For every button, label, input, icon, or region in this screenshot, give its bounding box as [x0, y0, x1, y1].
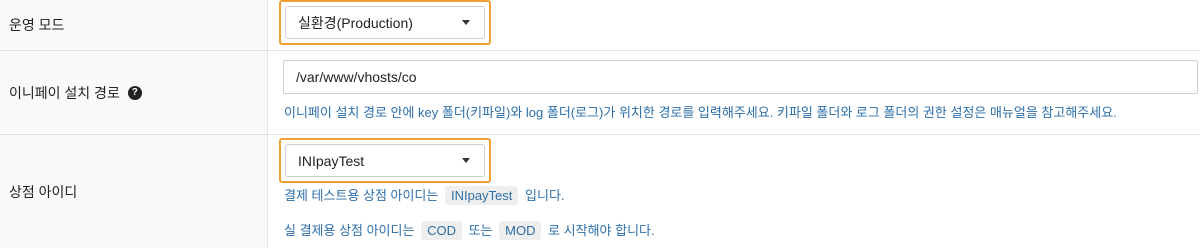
chevron-down-icon: [462, 20, 470, 25]
settings-form: 운영 모드 실환경(Production) 이니페이 설치 경로 ? 이니페이 …: [0, 0, 1200, 248]
install-path-help-text: 이니페이 설치 경로 안에 key 폴더(키파일)와 log 폴더(로그)가 위…: [284, 105, 1117, 120]
store-id-help-line-2: 실 결제용 상점 아이디는 COD 또는 MOD 로 시작해야 합니다.: [284, 220, 655, 240]
store-id-select-value: INIpayTest: [298, 152, 365, 169]
operation-mode-select[interactable]: 실환경(Production): [285, 6, 485, 39]
chevron-down-icon: [462, 158, 470, 163]
store-id-highlight: INIpayTest: [279, 138, 491, 183]
help2-before-text: 실 결제용 상점 아이디는: [284, 223, 415, 238]
help2-after-text: 로 시작해야 합니다.: [548, 223, 655, 238]
cod-code: COD: [421, 221, 462, 240]
store-id-label: 상점 아이디: [0, 135, 268, 248]
row-store-id: 상점 아이디 INIpayTest 결제 테스트용 상점 아이디는 INIpay…: [0, 135, 1200, 248]
install-path-value-cell: 이니페이 설치 경로 안에 key 폴더(키파일)와 log 폴더(로그)가 위…: [268, 51, 1200, 134]
install-path-label: 이니페이 설치 경로 ?: [0, 51, 268, 134]
store-id-select[interactable]: INIpayTest: [285, 144, 485, 177]
store-id-label-text: 상점 아이디: [9, 183, 78, 200]
help1-before-text: 결제 테스트용 상점 아이디는: [284, 188, 439, 203]
store-id-help-line-1: 결제 테스트용 상점 아이디는 INIpayTest 입니다.: [284, 185, 565, 205]
test-store-id-code: INIpayTest: [444, 186, 519, 205]
mod-code: MOD: [499, 221, 542, 240]
help2-mid-text: 또는: [468, 223, 493, 238]
store-id-value-cell: INIpayTest 결제 테스트용 상점 아이디는 INIpayTest 입니…: [268, 135, 1200, 248]
install-path-label-text: 이니페이 설치 경로: [9, 84, 120, 101]
operation-mode-label: 운영 모드: [0, 0, 268, 50]
row-operation-mode: 운영 모드 실환경(Production): [0, 0, 1200, 51]
help1-after-text: 입니다.: [525, 188, 565, 203]
operation-mode-value-cell: 실환경(Production): [268, 0, 1200, 50]
operation-mode-highlight: 실환경(Production): [279, 0, 491, 45]
question-circle-icon[interactable]: ?: [127, 85, 142, 100]
operation-mode-select-value: 실환경(Production): [298, 14, 413, 31]
row-install-path: 이니페이 설치 경로 ? 이니페이 설치 경로 안에 key 폴더(키파일)와 …: [0, 51, 1200, 135]
install-path-input[interactable]: [283, 60, 1198, 94]
operation-mode-label-text: 운영 모드: [9, 17, 65, 33]
